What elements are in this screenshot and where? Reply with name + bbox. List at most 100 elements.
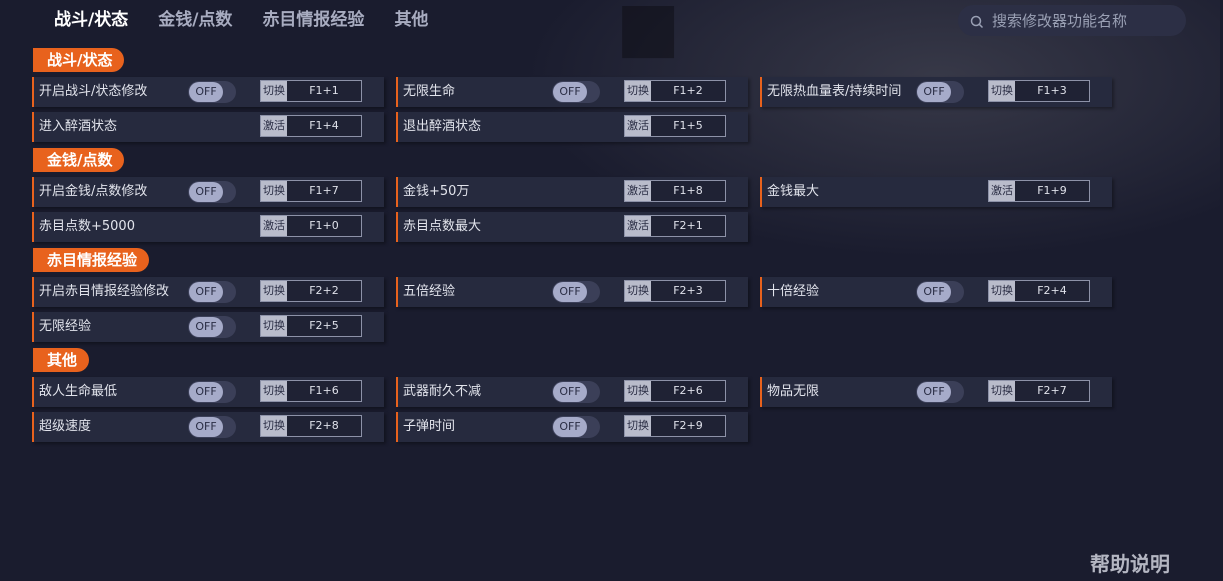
tab-other[interactable]: 其他 [394,8,428,32]
hotkey-key: F2+3 [673,284,703,297]
cheat-label: 超级速度 [39,419,92,434]
search-input[interactable] [990,10,1184,31]
cheat-toggle[interactable]: OFF [188,181,236,203]
hotkey-binding[interactable]: 切换 F2+6 [624,380,726,402]
toggle-state: OFF [917,82,951,102]
cheat-item: 赤目点数+5000 激活 F1+0 [32,212,384,242]
cheat-label: 开启金钱/点数修改 [39,184,148,199]
cheat-label: 物品无限 [767,384,820,399]
hotkey-action: 激活 [625,116,651,136]
hotkey-action: 切换 [261,181,287,201]
hotkey-action: 激活 [989,181,1015,201]
cheat-toggle[interactable]: OFF [552,381,600,403]
cheat-item: 退出醉酒状态 激活 F1+5 [396,112,748,142]
hotkey-action: 切换 [261,381,287,401]
cheat-label: 进入醉酒状态 [39,119,118,134]
cheat-item: 无限生命 OFF 切换 F1+2 [396,77,748,107]
hotkey-binding[interactable]: 切换 F1+1 [260,80,362,102]
hotkey-action: 切换 [989,81,1015,101]
hotkey-key: F1+8 [673,184,703,197]
hotkey-binding[interactable]: 激活 F1+8 [624,180,726,202]
cheat-toggle[interactable]: OFF [188,416,236,438]
help-button[interactable]: 帮助说明 [1090,548,1170,577]
hotkey-binding[interactable]: 激活 F1+5 [624,115,726,137]
cheat-label: 金钱+50万 [403,184,470,199]
cheat-item: 开启战斗/状态修改 OFF 切换 F1+1 [32,77,384,107]
hotkey-binding[interactable]: 切换 F2+9 [624,415,726,437]
cheat-toggle[interactable]: OFF [916,81,964,103]
hotkey-binding[interactable]: 切换 F2+3 [624,280,726,302]
hotkey-key: F2+4 [1037,284,1067,297]
cheat-item: 开启赤目情报经验修改 OFF 切换 F2+2 [32,277,384,307]
cheat-item: 无限经验 OFF 切换 F2+5 [32,312,384,342]
hotkey-key: F1+4 [309,119,339,132]
cheat-toggle[interactable]: OFF [552,416,600,438]
toggle-state: OFF [553,417,587,437]
background-art-glyph: ◼ [615,0,682,72]
cheat-toggle[interactable]: OFF [916,281,964,303]
cheat-label: 子弹时间 [403,419,456,434]
hotkey-action: 切换 [261,81,287,101]
tab-money-points[interactable]: 金钱/点数 [158,8,232,32]
toggle-state: OFF [553,282,587,302]
cheat-label: 金钱最大 [767,184,820,199]
hotkey-key: F2+1 [673,219,703,232]
cheat-item: 超级速度 OFF 切换 F2+8 [32,412,384,442]
hotkey-binding[interactable]: 激活 F1+0 [260,215,362,237]
hotkey-binding[interactable]: 切换 F1+2 [624,80,726,102]
tab-akame-intel-exp[interactable]: 赤目情报经验 [262,8,364,32]
hotkey-key: F1+9 [1037,184,1067,197]
toggle-state: OFF [189,82,223,102]
hotkey-binding[interactable]: 切换 F2+4 [988,280,1090,302]
toggle-state: OFF [553,382,587,402]
hotkey-action: 激活 [625,216,651,236]
cheat-toggle[interactable]: OFF [188,381,236,403]
cheat-toggle[interactable]: OFF [916,381,964,403]
hotkey-key: F2+5 [309,319,339,332]
hotkey-binding[interactable]: 激活 F2+1 [624,215,726,237]
cheat-item: 武器耐久不减 OFF 切换 F2+6 [396,377,748,407]
cheat-toggle[interactable]: OFF [552,281,600,303]
hotkey-binding[interactable]: 切换 F2+5 [260,315,362,337]
hotkey-key: F1+6 [309,384,339,397]
cheat-label: 十倍经验 [767,284,820,299]
section-title: 其他 [33,348,90,372]
section-title: 战斗/状态 [33,48,125,72]
search-icon [970,14,984,28]
hotkey-key: F2+2 [309,284,339,297]
toggle-state: OFF [189,317,223,337]
cheat-toggle[interactable]: OFF [188,281,236,303]
cheat-toggle[interactable]: OFF [188,316,236,338]
hotkey-action: 激活 [261,216,287,236]
hotkey-key: F1+7 [309,184,339,197]
hotkey-key: F1+5 [673,119,703,132]
tab-combat-status[interactable]: 战斗/状态 [54,8,128,32]
hotkey-binding[interactable]: 切换 F2+2 [260,280,362,302]
search-box[interactable] [958,5,1186,36]
cheat-toggle[interactable]: OFF [188,81,236,103]
hotkey-action: 切换 [625,281,651,301]
cheat-label: 无限经验 [39,319,92,334]
cheat-label: 开启赤目情报经验修改 [39,284,170,299]
hotkey-action: 切换 [261,281,287,301]
toggle-state: OFF [553,82,587,102]
hotkey-binding[interactable]: 切换 F1+3 [988,80,1090,102]
cheat-label: 敌人生命最低 [39,384,118,399]
cheat-label: 退出醉酒状态 [403,119,482,134]
hotkey-key: F1+3 [1037,84,1067,97]
hotkey-binding[interactable]: 切换 F1+7 [260,180,362,202]
cheat-toggle[interactable]: OFF [552,81,600,103]
hotkey-binding[interactable]: 切换 F1+6 [260,380,362,402]
cheat-item: 赤目点数最大 激活 F2+1 [396,212,748,242]
hotkey-key: F2+9 [673,419,703,432]
cheat-item: 进入醉酒状态 激活 F1+4 [32,112,384,142]
hotkey-binding[interactable]: 切换 F2+7 [988,380,1090,402]
toggle-state: OFF [189,182,223,202]
hotkey-binding[interactable]: 切换 F2+8 [260,415,362,437]
hotkey-action: 切换 [625,416,651,436]
hotkey-binding[interactable]: 激活 F1+9 [988,180,1090,202]
cheat-item: 敌人生命最低 OFF 切换 F1+6 [32,377,384,407]
cheat-item: 子弹时间 OFF 切换 F2+9 [396,412,748,442]
cheat-item: 金钱最大 激活 F1+9 [760,177,1112,207]
hotkey-binding[interactable]: 激活 F1+4 [260,115,362,137]
